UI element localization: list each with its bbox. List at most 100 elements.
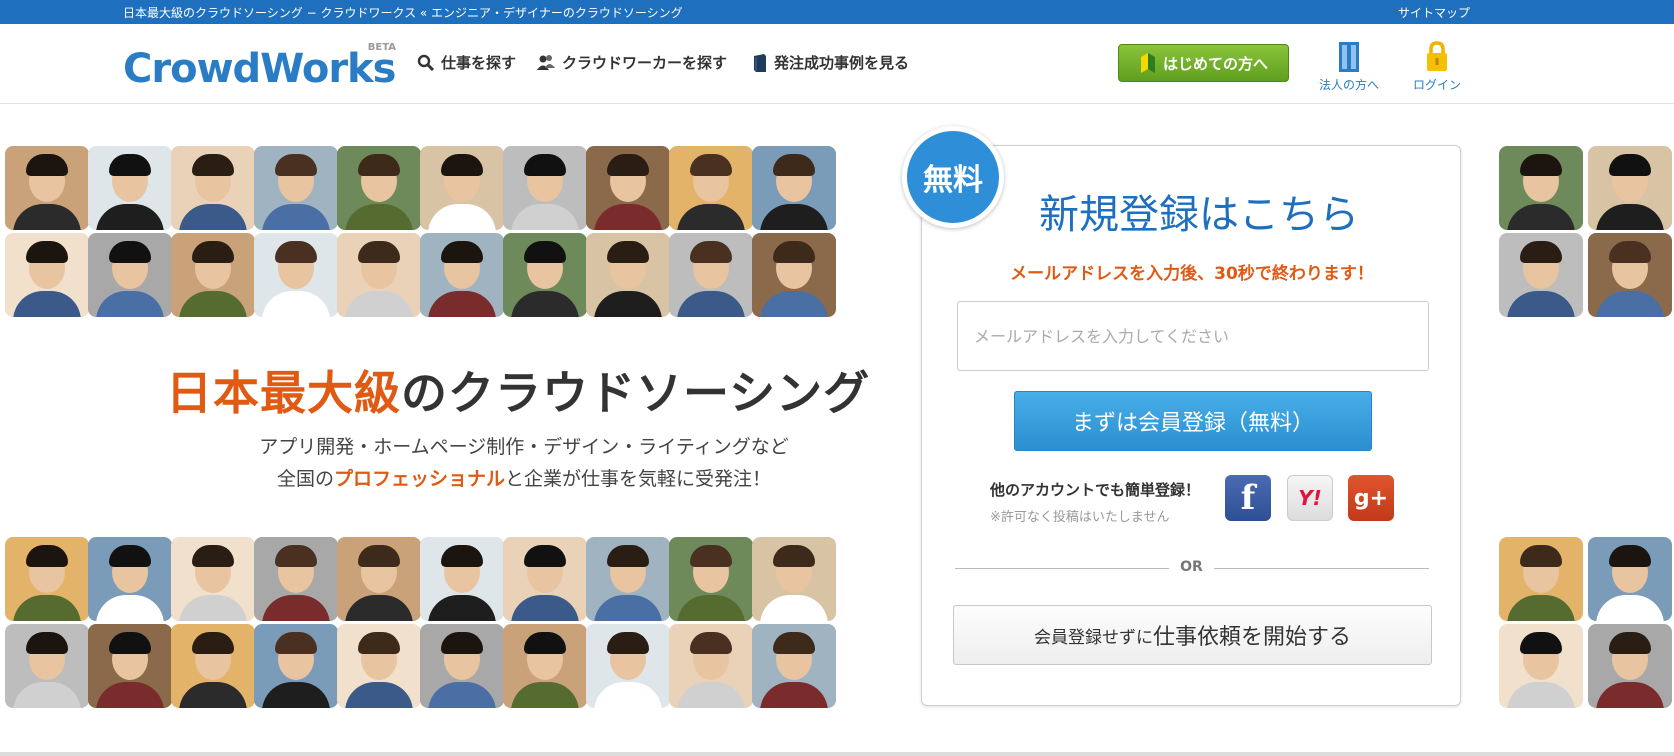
member-photo bbox=[1499, 537, 1583, 621]
member-photo bbox=[420, 146, 504, 230]
photo-hair bbox=[358, 545, 400, 567]
photo-hair bbox=[192, 241, 234, 263]
nav-find-workers[interactable]: クラウドワーカーを探す bbox=[536, 52, 727, 73]
photo-hair bbox=[524, 632, 566, 654]
photo-hair bbox=[690, 632, 732, 654]
photo-body bbox=[96, 682, 164, 708]
nav-success-cases-label: 発注成功事例を見る bbox=[774, 54, 910, 72]
first-time-button[interactable]: はじめての方へ bbox=[1118, 44, 1289, 82]
photo-hair bbox=[773, 545, 815, 567]
or-divider-left bbox=[955, 568, 1169, 569]
photo-body bbox=[1596, 682, 1664, 708]
photo-body bbox=[179, 204, 247, 230]
hero-title-rest: のクラウドソーシング bbox=[401, 366, 871, 420]
corporate-label: 法人の方へ bbox=[1318, 78, 1379, 92]
member-photo bbox=[5, 537, 89, 621]
member-photo bbox=[171, 624, 255, 708]
lock-icon bbox=[1427, 41, 1447, 71]
photo-body bbox=[677, 204, 745, 230]
member-photo bbox=[1499, 624, 1583, 708]
photo-hair bbox=[26, 241, 68, 263]
photo-body bbox=[13, 595, 81, 621]
photo-hair bbox=[1609, 545, 1651, 567]
photo-hair bbox=[1609, 154, 1651, 176]
logo-beta-badge: BETA bbox=[367, 42, 396, 53]
first-time-label: はじめての方へ bbox=[1162, 54, 1268, 73]
photo-hair bbox=[275, 545, 317, 567]
member-photo bbox=[1588, 233, 1672, 317]
photo-body bbox=[1507, 291, 1575, 317]
member-photo bbox=[420, 537, 504, 621]
search-icon bbox=[417, 54, 435, 71]
member-photo bbox=[254, 233, 338, 317]
signup-title: 新規登録はこちら bbox=[1039, 192, 1359, 238]
member-photo bbox=[337, 624, 421, 708]
email-field[interactable] bbox=[957, 301, 1429, 371]
book-icon bbox=[754, 53, 766, 72]
photo-hair bbox=[773, 632, 815, 654]
photo-hair bbox=[607, 154, 649, 176]
photo-body bbox=[1507, 595, 1575, 621]
photo-body bbox=[594, 291, 662, 317]
signup-panel: 新規登録はこちら メールアドレスを入力後、30秒で終わります！ まずは会員登録（… bbox=[921, 145, 1461, 706]
yahoo-icon[interactable]: Y! bbox=[1287, 475, 1333, 521]
photo-hair bbox=[26, 545, 68, 567]
people-icon bbox=[537, 54, 555, 70]
facebook-icon[interactable]: f bbox=[1225, 475, 1271, 521]
corporate-link[interactable]: 法人の方へ bbox=[1312, 36, 1386, 93]
member-photo bbox=[5, 233, 89, 317]
member-photo bbox=[752, 146, 836, 230]
photo-hair bbox=[275, 241, 317, 263]
photo-body bbox=[1507, 682, 1575, 708]
member-photo bbox=[171, 146, 255, 230]
photo-hair bbox=[524, 241, 566, 263]
member-photo bbox=[586, 624, 670, 708]
register-button[interactable]: まずは会員登録（無料） bbox=[1014, 391, 1372, 451]
top-strip: 日本最大級のクラウドソーシング − クラウドワークス « エンジニア・デザイナー… bbox=[0, 0, 1674, 24]
member-photo bbox=[586, 537, 670, 621]
nav-search-jobs[interactable]: 仕事を探す bbox=[417, 52, 516, 73]
other-accounts-label: 他のアカウントでも簡単登録！ bbox=[990, 481, 1201, 499]
member-photo bbox=[254, 624, 338, 708]
photo-body bbox=[677, 291, 745, 317]
google-plus-icon[interactable]: g+ bbox=[1348, 475, 1394, 521]
photo-body bbox=[1596, 204, 1664, 230]
member-photo bbox=[1588, 146, 1672, 230]
member-photo bbox=[752, 537, 836, 621]
crowdworks-logo[interactable]: CrowdWorks BETA bbox=[123, 42, 398, 92]
logo-wordmark: CrowdWorks bbox=[123, 46, 396, 92]
member-photo bbox=[1588, 537, 1672, 621]
other-accounts-note: ※許可なく投稿はいたしません bbox=[990, 510, 1170, 525]
photo-body bbox=[262, 291, 330, 317]
photo-hair bbox=[607, 545, 649, 567]
start-request-small: 会員登録せずに bbox=[1033, 627, 1153, 648]
nav-success-cases[interactable]: 発注成功事例を見る bbox=[752, 52, 909, 73]
login-link[interactable]: ログイン bbox=[1404, 36, 1470, 93]
photo-body bbox=[13, 291, 81, 317]
photo-hair bbox=[773, 241, 815, 263]
photo-hair bbox=[773, 154, 815, 176]
photo-hair bbox=[109, 154, 151, 176]
photo-body bbox=[1596, 291, 1664, 317]
photo-hair bbox=[275, 632, 317, 654]
photo-body bbox=[13, 682, 81, 708]
member-photo bbox=[171, 233, 255, 317]
photo-hair bbox=[1520, 154, 1562, 176]
photo-body bbox=[262, 682, 330, 708]
photo-hair bbox=[192, 545, 234, 567]
member-photo bbox=[420, 624, 504, 708]
sitemap-link[interactable]: サイトマップ bbox=[1398, 4, 1470, 21]
hero-title-accent: 日本最大級 bbox=[166, 366, 401, 420]
photo-body bbox=[96, 291, 164, 317]
member-photo bbox=[88, 624, 172, 708]
photo-body bbox=[1507, 204, 1575, 230]
start-request-button[interactable]: 会員登録せずに 仕事依頼を開始する bbox=[953, 605, 1432, 665]
photo-body bbox=[345, 682, 413, 708]
photo-hair bbox=[1609, 632, 1651, 654]
nav-find-workers-label: クラウドワーカーを探す bbox=[562, 54, 728, 72]
site-tagline: 日本最大級のクラウドソーシング − クラウドワークス « エンジニア・デザイナー… bbox=[123, 6, 683, 20]
photo-body bbox=[511, 204, 579, 230]
member-photo bbox=[669, 537, 753, 621]
photo-hair bbox=[1520, 241, 1562, 263]
bottom-divider bbox=[0, 752, 1674, 756]
